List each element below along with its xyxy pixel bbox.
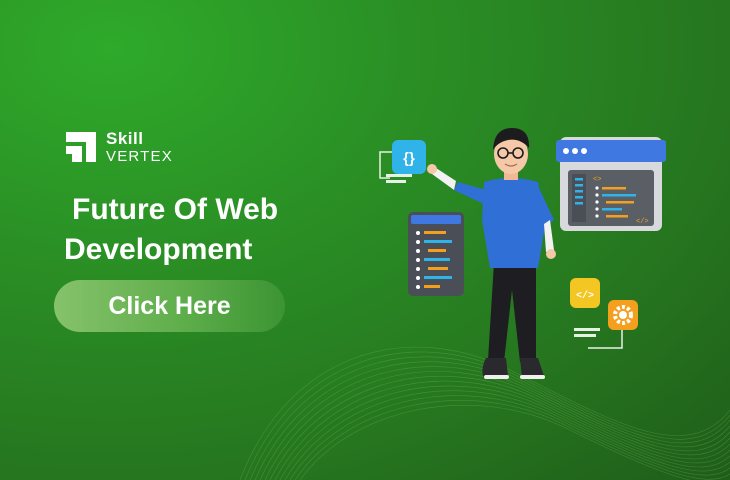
open-tag-text: <>: [593, 176, 601, 184]
title-line-1: Future Of Web: [72, 193, 279, 226]
code-badge-text: </>: [576, 290, 594, 302]
developer-illustration: {} <> </> </>: [379, 128, 666, 379]
brand-logo[interactable]: Skill VERTEX: [62, 128, 173, 166]
curly-braces-icon: {}: [379, 140, 426, 183]
braces-text: {}: [403, 150, 415, 167]
title-line-2: Development: [64, 233, 253, 266]
brand-name-line2: VERTEX: [106, 148, 173, 165]
skill-vertex-logo-icon: [66, 132, 96, 162]
code-window-icon: <> </>: [556, 137, 666, 231]
page-title: Future Of Web Development: [64, 190, 278, 270]
code-panel-left: [408, 212, 464, 296]
close-tag-text: </>: [636, 218, 649, 226]
click-here-button[interactable]: Click Here: [54, 280, 285, 332]
brand-name-line1: Skill: [106, 129, 144, 148]
code-tag-icon: </>: [570, 278, 600, 308]
